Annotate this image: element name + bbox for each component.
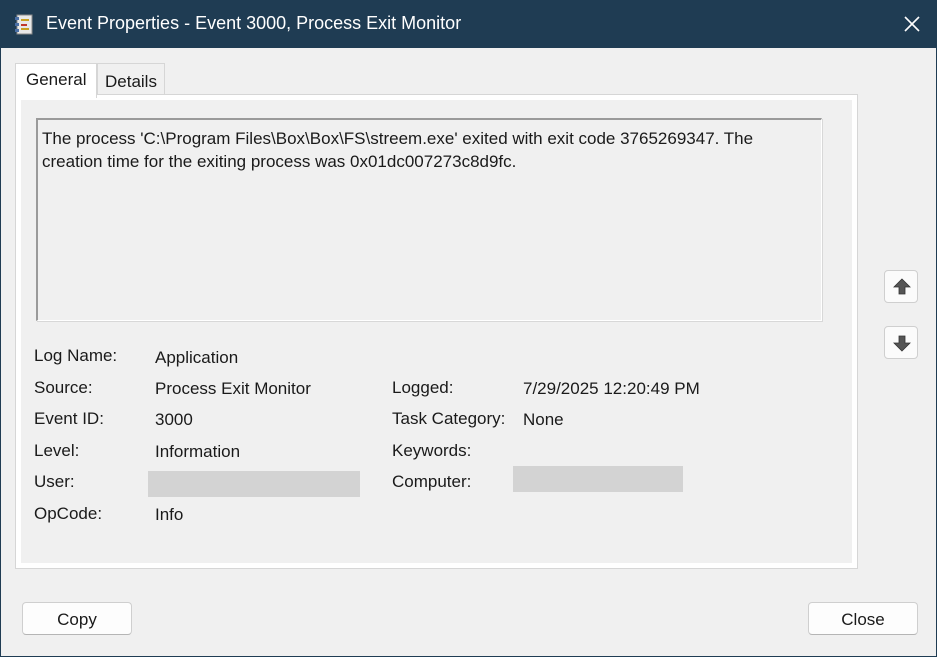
tab-general[interactable]: General — [15, 63, 97, 98]
log-name-label: Log Name: — [34, 346, 118, 365]
keywords-label: Keywords: — [392, 441, 472, 460]
previous-event-button[interactable] — [884, 270, 918, 303]
task-category-value: None — [523, 410, 564, 429]
close-button[interactable]: Close — [808, 602, 918, 635]
tab-details-label: Details — [105, 72, 157, 91]
computer-label: Computer: — [392, 472, 472, 491]
opcode-label: OpCode: — [34, 504, 103, 523]
source-value: Process Exit Monitor — [155, 379, 311, 398]
arrow-down-icon — [893, 335, 911, 352]
tab-details[interactable]: Details — [97, 63, 165, 95]
arrow-up-icon — [893, 278, 911, 295]
computer-value-redacted — [513, 466, 683, 492]
copy-button-label: Copy — [57, 610, 97, 629]
next-event-button[interactable] — [884, 326, 918, 359]
event-description-box[interactable]: The process 'C:\Program Files\Box\Box\FS… — [36, 118, 822, 321]
close-button-label: Close — [841, 610, 885, 629]
logged-value: 7/29/2025 12:20:49 PM — [523, 379, 700, 398]
close-icon[interactable] — [891, 7, 931, 41]
source-label: Source: — [34, 378, 93, 397]
user-label: User: — [34, 472, 75, 491]
level-value: Information — [155, 442, 241, 461]
event-id-value: 3000 — [155, 410, 193, 429]
logged-label: Logged: — [392, 378, 454, 397]
level-label: Level: — [34, 441, 80, 460]
tab-general-label: General — [26, 70, 87, 89]
user-value-redacted — [148, 471, 360, 497]
log-name-value: Application — [155, 348, 239, 367]
opcode-value: Info — [155, 505, 184, 524]
event-properties-window: Event Properties - Event 3000, Process E… — [0, 0, 937, 657]
title-bar: Event Properties - Event 3000, Process E… — [1, 1, 936, 48]
window-title: Event Properties - Event 3000, Process E… — [46, 13, 462, 33]
task-category-label: Task Category: — [392, 409, 506, 428]
event-description: The process 'C:\Program Files\Box\Box\FS… — [42, 129, 754, 171]
event-id-label: Event ID: — [34, 409, 104, 428]
copy-button[interactable]: Copy — [22, 602, 132, 635]
event-viewer-icon — [14, 14, 36, 36]
